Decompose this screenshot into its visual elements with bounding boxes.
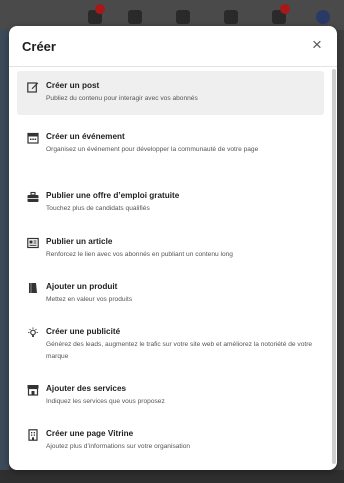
background-nav-icon <box>176 10 190 24</box>
item-title: Ajouter des services <box>46 384 127 393</box>
menu-item-create-post[interactable]: Créer un post Publiez du contenu pour in… <box>17 71 324 115</box>
item-title: Créer un post <box>46 81 100 90</box>
background-right-panel <box>337 30 344 483</box>
briefcase-icon <box>27 191 39 203</box>
menu-item-add-product[interactable]: Ajouter un produit Mettez en valeur vos … <box>17 272 324 314</box>
modal-body: Créer un post Publiez du contenu pour in… <box>9 67 337 470</box>
edit-icon <box>27 81 39 93</box>
item-title: Créer une publicité <box>46 327 121 336</box>
modal-header: Créer × <box>9 26 337 67</box>
store-icon <box>27 384 39 396</box>
item-description: Générez des leads, augmentez le trafic s… <box>46 341 313 360</box>
item-description: Renforcez le lien avec vos abonnés en pu… <box>46 251 233 258</box>
item-description: Touchez plus de candidats qualifiés <box>46 205 150 212</box>
item-description: Indiquez les services que vous proposez <box>46 398 165 405</box>
item-description: Mettez en valeur vos produits <box>46 296 133 303</box>
create-modal: Créer × Créer un post Publiez du contenu… <box>9 26 337 470</box>
item-title: Ajouter un produit <box>46 282 118 291</box>
background-notification-badge <box>95 4 105 14</box>
item-description: Ajoutez plus d’informations sur votre or… <box>46 443 191 450</box>
scrollbar[interactable] <box>332 69 336 464</box>
lightbulb-icon <box>27 327 39 339</box>
item-title: Publier une offre d’emploi gratuite <box>46 191 180 200</box>
item-title: Créer une page Vitrine <box>46 429 134 438</box>
product-icon <box>27 282 39 294</box>
menu-item-publish-article[interactable]: Publier un article Renforcez le lien ave… <box>17 227 324 269</box>
background-notification-badge <box>280 4 290 14</box>
background-nav-icon <box>128 10 142 24</box>
item-title: Créer un événement <box>46 132 125 141</box>
article-icon <box>27 237 39 249</box>
item-title: Publier un article <box>46 237 113 246</box>
menu-item-add-services[interactable]: Ajouter des services Indiquez les servic… <box>17 374 324 416</box>
close-button[interactable]: × <box>307 35 327 55</box>
background-nav-icon <box>316 10 330 24</box>
calendar-icon <box>27 132 39 144</box>
menu-item-create-ad[interactable]: Créer une publicité Générez des leads, a… <box>17 317 324 373</box>
background-nav-icon <box>224 10 238 24</box>
menu-item-create-event[interactable]: Créer un événement Organisez un événemen… <box>17 122 324 174</box>
modal-title: Créer <box>22 39 56 54</box>
menu-item-create-showcase-page[interactable]: Créer une page Vitrine Ajoutez plus d’in… <box>17 419 324 461</box>
menu-item-post-job[interactable]: Publier une offre d’emploi gratuite Touc… <box>17 181 324 223</box>
item-description: Publiez du contenu pour interagir avec v… <box>46 95 198 102</box>
item-description: Organisez un événement pour développer l… <box>46 146 259 153</box>
scrollbar-thumb[interactable] <box>332 69 336 464</box>
background-bottom-bar <box>0 470 344 483</box>
building-icon <box>27 429 39 441</box>
background-left-panel <box>0 30 9 483</box>
